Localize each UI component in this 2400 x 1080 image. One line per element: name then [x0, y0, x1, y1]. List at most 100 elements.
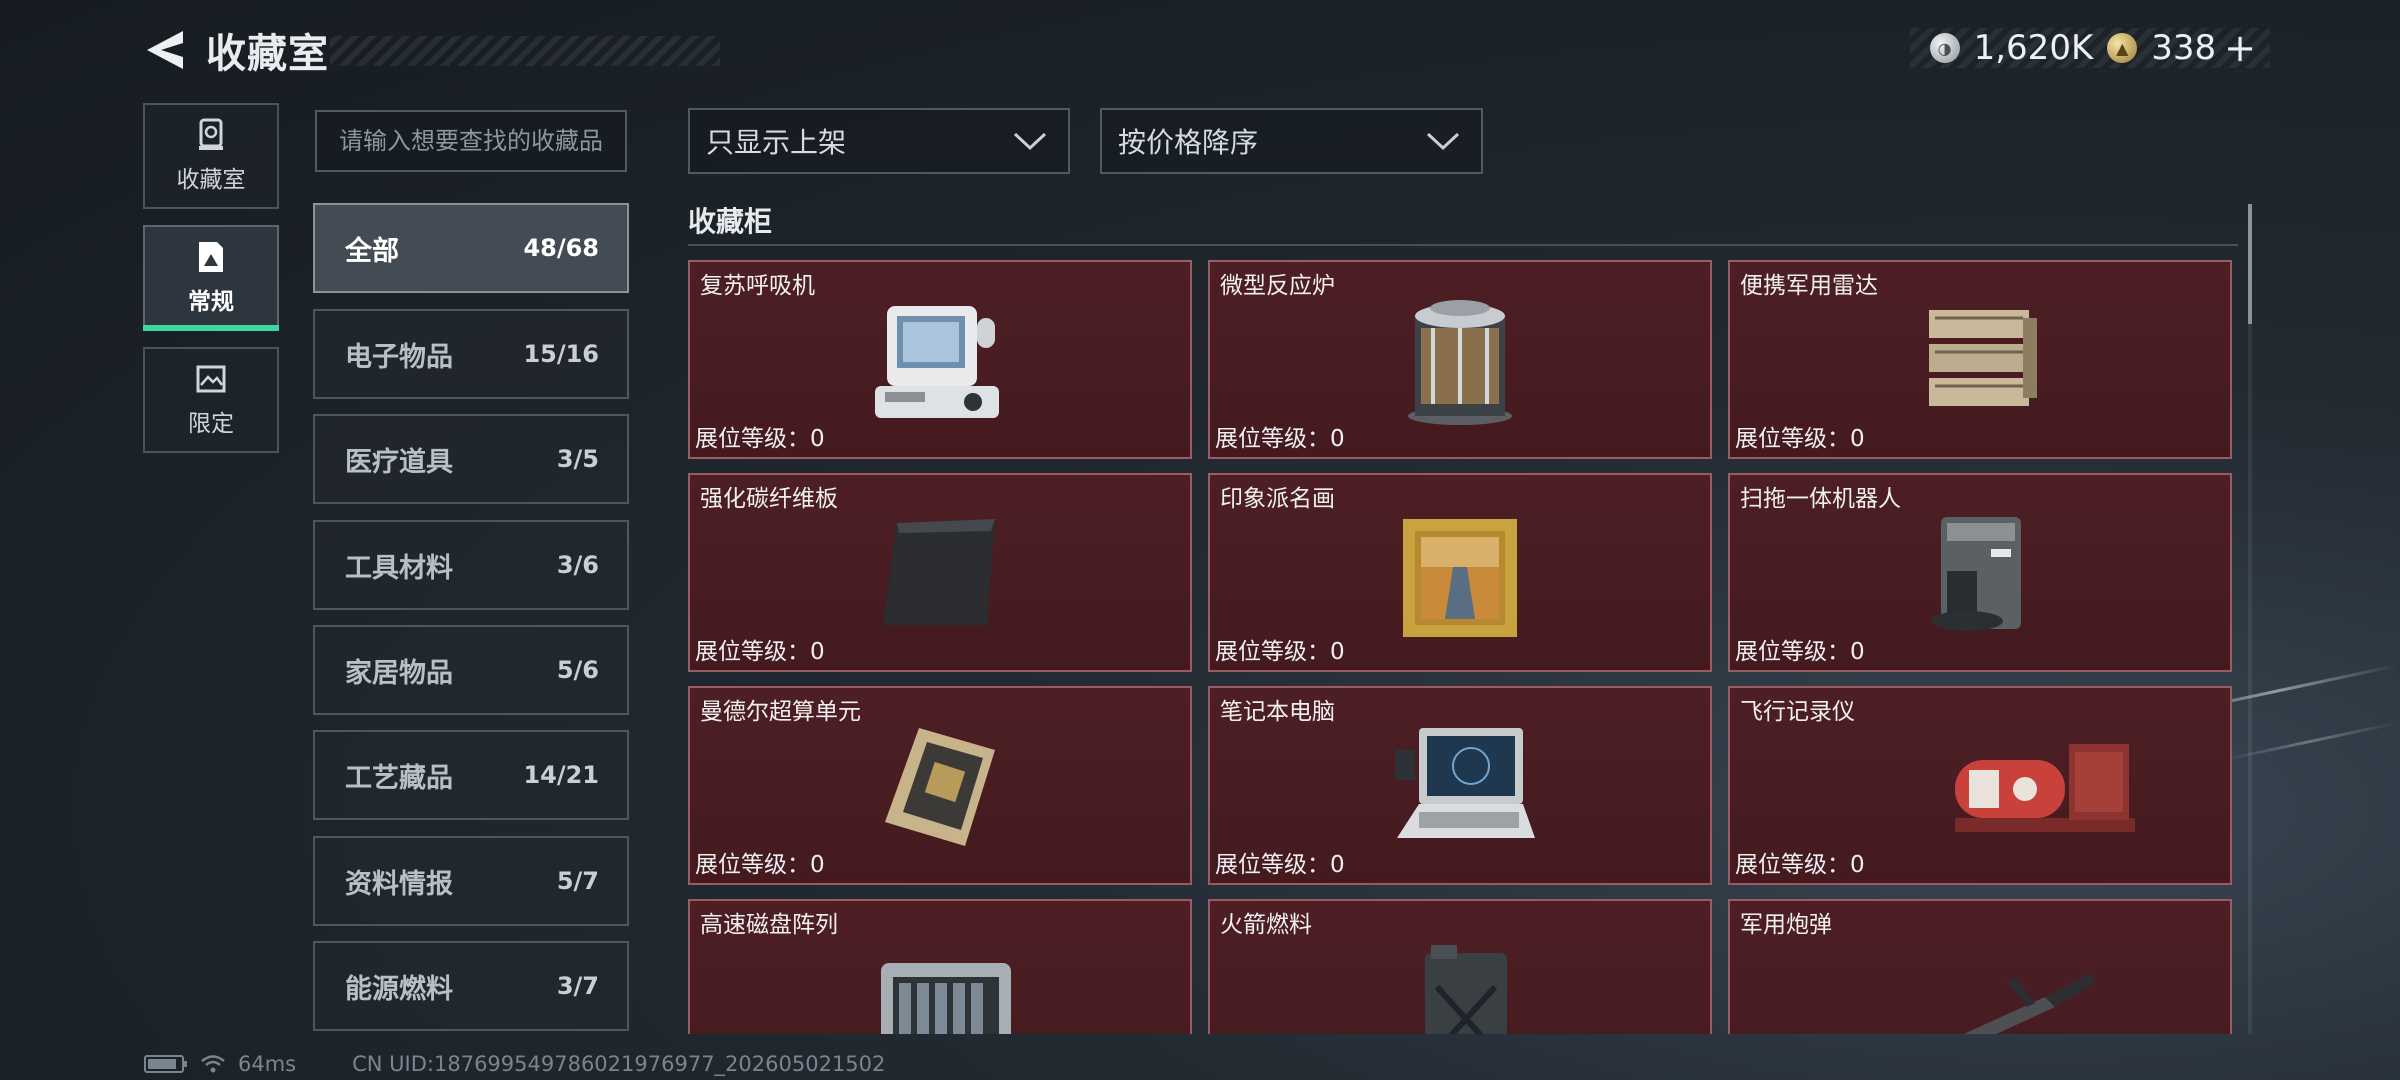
category-electronics[interactable]: 电子物品 15/16	[313, 309, 629, 399]
shelf-filter-dropdown[interactable]: 只显示上架	[688, 108, 1070, 174]
back-button[interactable]	[140, 25, 190, 75]
category-name: 电子物品	[345, 341, 453, 373]
item-name: 复苏呼吸机	[700, 273, 815, 299]
image-icon	[194, 362, 228, 396]
nav-item-collection-room[interactable]: 收藏室	[143, 103, 279, 209]
category-crafts[interactable]: 工艺藏品 14/21	[313, 730, 629, 820]
silver-coin-icon: ◑	[1929, 33, 1960, 63]
nav-label: 收藏室	[176, 167, 246, 193]
category-energy[interactable]: 能源燃料 3/7	[313, 941, 629, 1031]
ping-value: 64ms	[238, 1052, 297, 1076]
status-footer: 64ms CN UID:1876995497860219769​77_20260…	[144, 1052, 885, 1076]
category-household[interactable]: 家居物品 5/6	[313, 625, 629, 715]
item-name: 曼德尔超算单元	[700, 699, 861, 725]
search-input[interactable]	[315, 110, 627, 172]
item-name: 火箭燃料	[1220, 912, 1312, 938]
shelf-filter-value: 只显示上架	[706, 126, 847, 159]
battery-icon	[144, 1055, 187, 1073]
category-intel[interactable]: 资料情报 5/7	[313, 836, 629, 926]
currency-bar[interactable]: ◑ 1,620K ▲ 338 +	[1909, 26, 2270, 70]
category-name: 全部	[345, 235, 399, 267]
item-card[interactable]: 强化碳纤维板 展位等级：0	[688, 473, 1192, 672]
scrollbar-track[interactable]	[2248, 204, 2252, 1034]
item-level: 展位等级：0	[1735, 426, 1865, 452]
divider	[688, 244, 2238, 246]
item-card[interactable]: 飞行记录仪 展位等级：0	[1728, 686, 2232, 885]
section-title: 收藏柜	[688, 205, 773, 238]
item-name: 高速磁盘阵列	[700, 912, 838, 938]
ventilator-icon	[875, 306, 999, 418]
item-level: 展位等级：0	[695, 852, 825, 878]
reactor-icon	[1408, 300, 1512, 425]
item-card[interactable]: 曼德尔超算单元 展位等级：0	[688, 686, 1192, 885]
item-level: 展位等级：0	[695, 426, 825, 452]
chevron-down-icon	[1013, 132, 1047, 151]
item-name: 强化碳纤维板	[700, 486, 838, 512]
item-level: 展位等级：0	[1735, 639, 1865, 665]
item-name: 便携军用雷达	[1740, 273, 1878, 299]
gold-amount: 338	[2151, 28, 2217, 68]
category-name: 能源燃料	[345, 973, 453, 1005]
item-name: 扫拖一体机器人	[1740, 486, 1901, 512]
fuel-can-icon	[1425, 945, 1507, 1034]
nav-label: 常规	[188, 289, 234, 315]
category-name: 医疗道具	[345, 446, 453, 478]
category-count: 3/6	[556, 551, 599, 579]
nav-label: 限定	[188, 411, 234, 437]
scrollbar-thumb[interactable]	[2248, 204, 2252, 324]
sort-dropdown[interactable]: 按价格降序	[1100, 108, 1483, 174]
category-count: 3/7	[556, 972, 599, 1000]
item-level: 展位等级：0	[1735, 852, 1865, 878]
item-card[interactable]: 微型反应炉 展位等级：0	[1208, 260, 1712, 459]
category-count: 5/6	[556, 656, 599, 684]
category-count: 14/21	[523, 761, 599, 789]
category-name: 工艺藏品	[345, 762, 453, 794]
item-level: 展位等级：0	[1215, 426, 1345, 452]
item-card[interactable]: 复苏呼吸机 展位等级：0	[688, 260, 1192, 459]
header: 收藏室	[140, 22, 720, 78]
add-currency-button[interactable]: +	[2224, 26, 2256, 70]
chevron-down-icon	[1426, 132, 1460, 151]
collection-grid: 复苏呼吸机 展位等级：0 微型反应炉 展位等级：0 便携军用雷达 展位等级：0 …	[688, 260, 2233, 1034]
item-card[interactable]: 火箭燃料	[1208, 899, 1712, 1034]
item-card[interactable]: 军用炮弹	[1728, 899, 2232, 1034]
item-card[interactable]: 便携军用雷达 展位等级：0	[1728, 260, 2232, 459]
nav-item-regular[interactable]: 常规	[143, 225, 279, 331]
category-name: 家居物品	[345, 657, 453, 689]
item-level: 展位等级：0	[695, 639, 825, 665]
category-medical[interactable]: 医疗道具 3/5	[313, 414, 629, 504]
sort-value: 按价格降序	[1118, 126, 1259, 159]
category-count: 3/5	[556, 445, 599, 473]
carbon-plate-icon	[883, 519, 995, 625]
disk-array-icon	[881, 963, 1011, 1034]
flight-recorder-icon	[1955, 744, 2135, 832]
back-arrow-icon	[147, 31, 183, 69]
gold-coin-icon: ▲	[2107, 33, 2138, 63]
robot-vacuum-icon	[1931, 517, 2021, 631]
item-card[interactable]: 扫拖一体机器人 展位等级：0	[1728, 473, 2232, 672]
radar-icon	[1929, 310, 2037, 406]
category-name: 资料情报	[345, 868, 453, 900]
category-count: 48/68	[523, 234, 599, 262]
category-tools[interactable]: 工具材料 3/6	[313, 520, 629, 610]
painting-icon	[1403, 519, 1517, 637]
document-icon	[194, 240, 228, 274]
category-name: 工具材料	[345, 552, 453, 584]
wifi-icon	[201, 1055, 225, 1073]
item-level: 展位等级：0	[1215, 852, 1345, 878]
item-card[interactable]: 高速磁盘阵列	[688, 899, 1192, 1034]
item-name: 印象派名画	[1220, 486, 1335, 512]
item-name: 微型反应炉	[1220, 273, 1335, 299]
item-name: 军用炮弹	[1740, 912, 1832, 938]
item-card[interactable]: 笔记本电脑 展位等级：0	[1208, 686, 1712, 885]
item-card[interactable]: 印象派名画 展位等级：0	[1208, 473, 1712, 672]
item-name: 笔记本电脑	[1220, 699, 1335, 725]
nav-item-limited[interactable]: 限定	[143, 347, 279, 453]
category-count: 15/16	[523, 340, 599, 368]
category-all[interactable]: 全部 48/68	[313, 203, 629, 293]
item-level: 展位等级：0	[1215, 639, 1345, 665]
laptop-icon	[1395, 728, 1535, 838]
shell-icon	[1963, 973, 2095, 1034]
silver-amount: 1,620K	[1973, 28, 2094, 68]
category-count: 5/7	[556, 867, 599, 895]
